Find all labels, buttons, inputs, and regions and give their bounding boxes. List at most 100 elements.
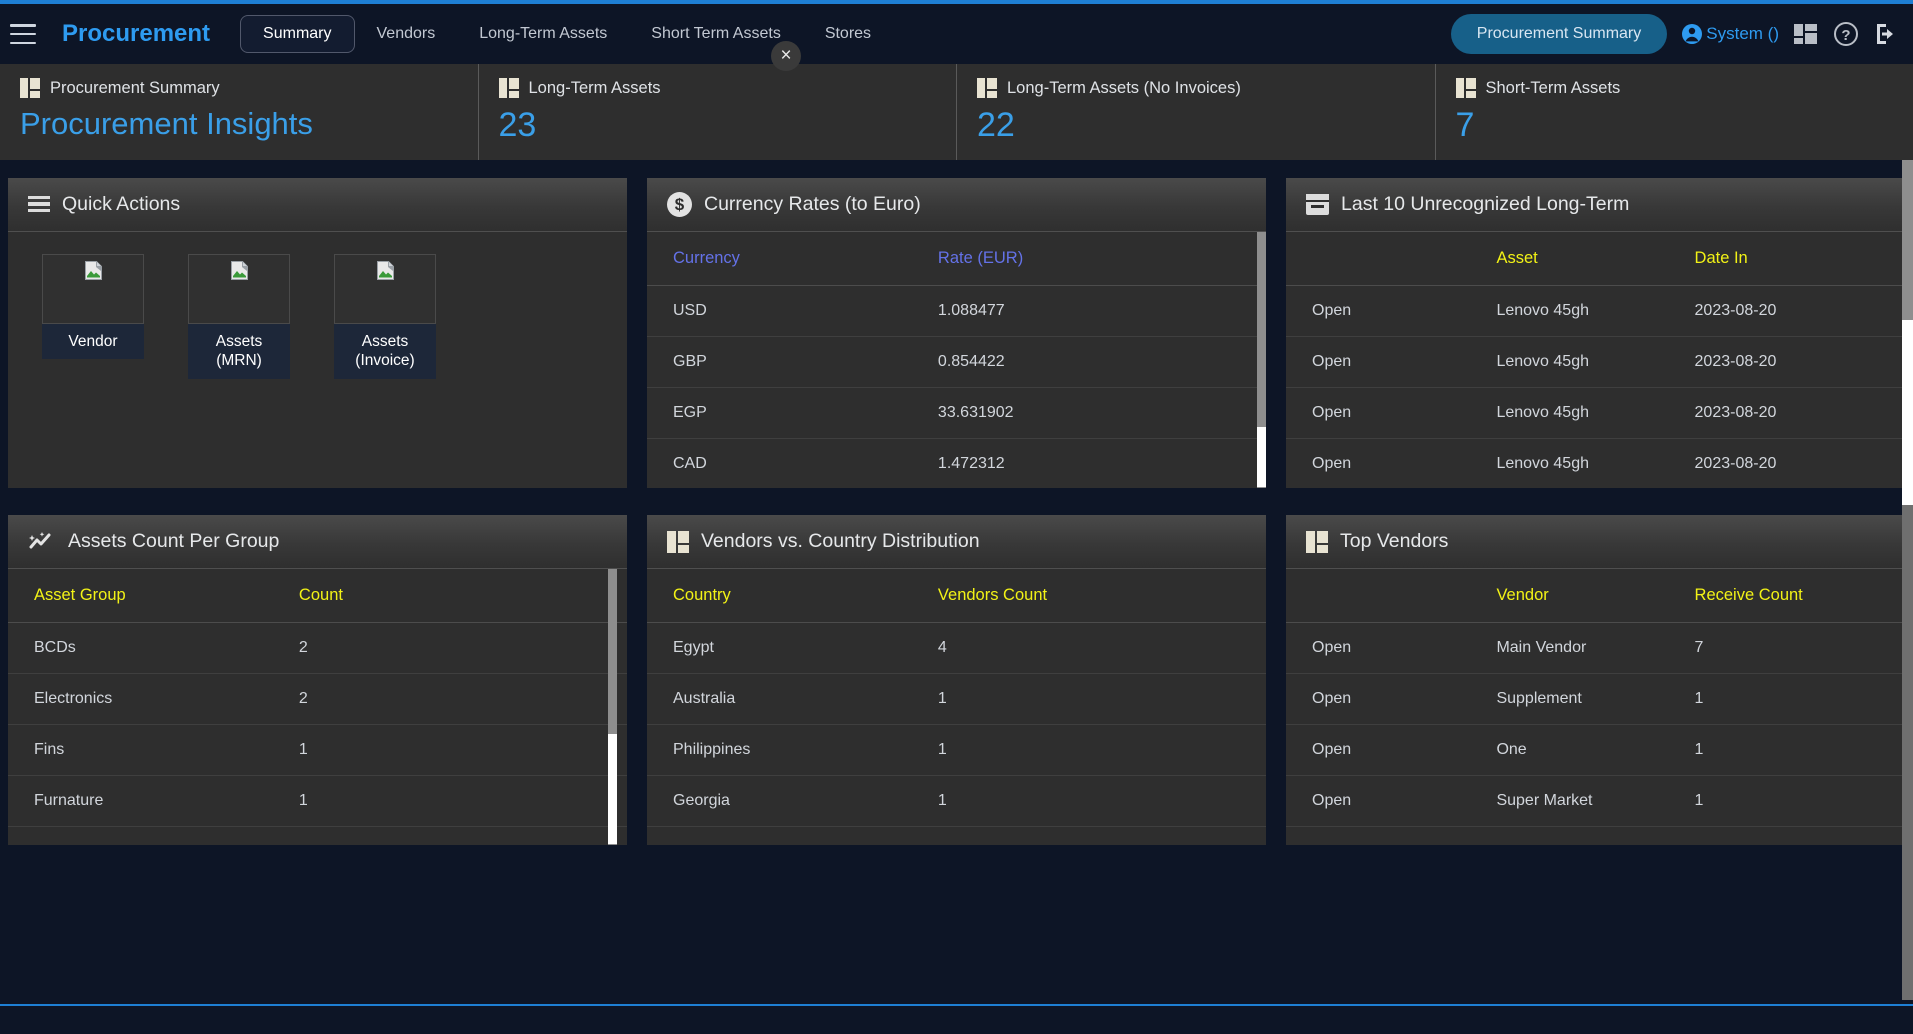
- quick-action-thumb: [334, 254, 436, 324]
- table-row[interactable]: Georgia 1: [647, 775, 1266, 827]
- quick-action-assets-invoice[interactable]: Assets (Invoice): [334, 254, 436, 379]
- grid-squares-icon: [20, 78, 40, 98]
- table-row[interactable]: Fins 1: [8, 724, 627, 776]
- kpi-short-term-assets[interactable]: Short-Term Assets 7: [1434, 64, 1913, 160]
- cell-rate: 1.088477: [937, 285, 1266, 337]
- cell-receive-count: 1: [1694, 673, 1905, 725]
- broken-image-icon: [376, 261, 394, 280]
- cell-count: 1: [298, 775, 627, 827]
- tab-long-term-assets[interactable]: Long-Term Assets: [457, 16, 629, 52]
- cell-rate: 0.854422: [937, 336, 1266, 388]
- cell-vendor: One: [1496, 724, 1695, 776]
- table-row[interactable]: Australia 1: [647, 673, 1266, 725]
- tab-stores[interactable]: Stores: [803, 16, 893, 52]
- kpi-long-term-assets-no-invoices[interactable]: Long-Term Assets (No Invoices) 22: [956, 64, 1435, 160]
- col-rate[interactable]: Rate (EUR): [937, 232, 1266, 286]
- table-row[interactable]: Open One 1: [1286, 724, 1905, 776]
- table-row[interactable]: Philippines 1: [647, 724, 1266, 776]
- cell-open-link[interactable]: Open: [1286, 438, 1497, 488]
- kpi-long-term-assets[interactable]: Long-Term Assets 23: [477, 64, 957, 160]
- table-row[interactable]: USD 1.088477: [647, 285, 1266, 337]
- table-header-row: Vendor Receive Count: [1286, 569, 1905, 623]
- close-icon[interactable]: ×: [771, 41, 801, 71]
- header-right-group: Procurement Summary System () ?: [1450, 4, 1905, 64]
- user-menu[interactable]: System (): [1681, 23, 1779, 45]
- col-asset-group[interactable]: Asset Group: [8, 569, 299, 623]
- page-scrollbar-thumb[interactable]: [1902, 320, 1913, 505]
- currency-rates-scrollbar[interactable]: [1257, 232, 1266, 488]
- table-row[interactable]: Open Lenovo 45gh 2023-08-20: [1286, 285, 1905, 337]
- cell-receive-count: 7: [1694, 622, 1905, 674]
- table-row[interactable]: EGP 33.631902: [647, 387, 1266, 439]
- kpi-title: Long-Term Assets (No Invoices): [1007, 78, 1241, 97]
- table-row[interactable]: Open Lenovo 45gh 2023-08-20: [1286, 336, 1905, 388]
- col-asset[interactable]: Asset: [1496, 232, 1695, 286]
- table-header-row: Asset Date In: [1286, 232, 1905, 286]
- table-row[interactable]: Open Lenovo 45gh 2023-08-20: [1286, 387, 1905, 439]
- page-scrollbar[interactable]: [1902, 160, 1913, 1000]
- cell-rate: 33.631902: [937, 387, 1266, 439]
- app-header: Procurement Summary Vendors Long-Term As…: [0, 4, 1913, 64]
- card-currency-rates: $ Currency Rates (to Euro) Currency Rate…: [647, 178, 1266, 488]
- cell-open-link[interactable]: Open: [1286, 285, 1497, 337]
- table-row[interactable]: Open Super Market 1: [1286, 775, 1905, 827]
- quick-action-label: Vendor: [42, 324, 144, 360]
- col-vendor[interactable]: Vendor: [1496, 569, 1695, 623]
- card-header: Top Vendors: [1286, 515, 1905, 569]
- kpi-value: Procurement Insights: [20, 106, 313, 141]
- cell-open-link[interactable]: Open: [1286, 622, 1497, 674]
- page-scrollbar-track-upper: [1902, 160, 1913, 320]
- svg-text:?: ?: [1841, 27, 1850, 44]
- cell-vendors-count: 1: [937, 775, 1266, 827]
- grid-apps-icon[interactable]: [1793, 23, 1819, 45]
- quick-action-vendor[interactable]: Vendor: [42, 254, 144, 379]
- cell-date-in: 2023-08-20: [1694, 336, 1905, 388]
- tab-summary[interactable]: Summary: [240, 15, 355, 53]
- table-row[interactable]: BCDs 2: [8, 622, 627, 674]
- question-mark-icon[interactable]: ?: [1833, 21, 1859, 47]
- card-title: Vendors vs. Country Distribution: [701, 530, 980, 552]
- cell-open-link[interactable]: Open: [1286, 336, 1497, 388]
- broken-image-icon: [84, 261, 102, 280]
- cell-open-link[interactable]: Open: [1286, 724, 1497, 776]
- card-title: Assets Count Per Group: [68, 530, 280, 552]
- cell-vendor: Main Vendor: [1496, 622, 1695, 674]
- cell-open-link[interactable]: Open: [1286, 775, 1497, 827]
- col-receive-count[interactable]: Receive Count: [1694, 569, 1905, 623]
- table-header-row: Currency Rate (EUR): [647, 232, 1266, 286]
- cell-vendor: Supplement: [1496, 673, 1695, 725]
- kpi-procurement-summary[interactable]: Procurement Summary Procurement Insights: [0, 64, 478, 160]
- col-currency[interactable]: Currency: [647, 232, 938, 286]
- col-vendors-count[interactable]: Vendors Count: [937, 569, 1266, 623]
- context-pill[interactable]: Procurement Summary: [1450, 14, 1668, 54]
- assets-count-scrollbar[interactable]: [608, 569, 617, 845]
- cell-vendors-count: 1: [937, 724, 1266, 776]
- table-row[interactable]: Open Main Vendor 7: [1286, 622, 1905, 674]
- col-country[interactable]: Country: [647, 569, 938, 623]
- cell-count: 1: [298, 724, 627, 776]
- cell-count: 2: [298, 673, 627, 725]
- table-row[interactable]: CAD 1.472312: [647, 438, 1266, 488]
- table-row[interactable]: GBP 0.854422: [647, 336, 1266, 388]
- cell-asset-group: Furnature: [8, 775, 299, 827]
- tab-vendors[interactable]: Vendors: [355, 16, 458, 52]
- card-header: Vendors vs. Country Distribution: [647, 515, 1266, 569]
- cell-open-link[interactable]: Open: [1286, 387, 1497, 439]
- archive-box-icon: [1306, 194, 1329, 215]
- table-row[interactable]: Open Lenovo 45gh 2023-08-20: [1286, 438, 1905, 488]
- cell-open-link[interactable]: Open: [1286, 673, 1497, 725]
- unrecognized-table-wrap: Asset Date In Open Lenovo 45gh 2023-08-2…: [1286, 232, 1905, 488]
- table-row[interactable]: Electronics 2: [8, 673, 627, 725]
- col-date-in[interactable]: Date In: [1694, 232, 1905, 286]
- table-row[interactable]: Egypt 4: [647, 622, 1266, 674]
- cell-country: Australia: [647, 673, 938, 725]
- cell-country: Georgia: [647, 775, 938, 827]
- cards-row-1: Quick Actions Vendor Assets (MRN) Assets…: [0, 178, 1913, 488]
- hamburger-icon[interactable]: [10, 24, 36, 44]
- sign-out-icon[interactable]: [1873, 21, 1899, 47]
- table-row[interactable]: Open Supplement 1: [1286, 673, 1905, 725]
- kpi-title: Long-Term Assets: [528, 78, 661, 97]
- table-row[interactable]: Furnature 1: [8, 775, 627, 827]
- col-count[interactable]: Count: [298, 569, 627, 623]
- quick-action-assets-mrn[interactable]: Assets (MRN): [188, 254, 290, 379]
